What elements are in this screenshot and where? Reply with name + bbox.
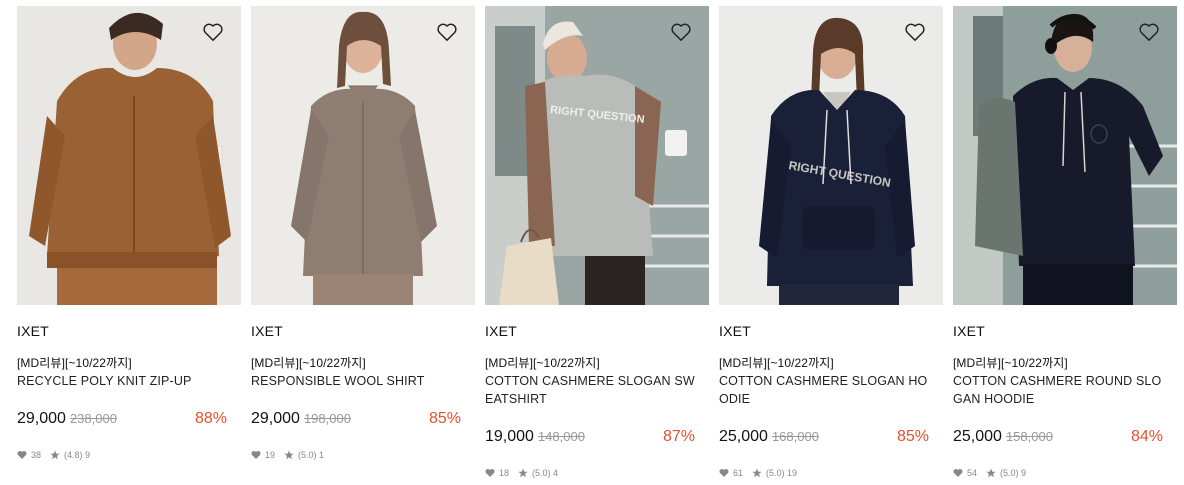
product-brand[interactable]: IXET [953,323,985,339]
product-photo: RIGHT QUESTION [485,6,709,305]
product-image[interactable] [251,6,475,305]
discount-rate: 88% [194,410,227,427]
product-card[interactable]: RIGHT QUESTION IXET [MD리뷰][~10/22까지] COT… [485,6,709,485]
star-icon [50,450,60,460]
price-row: 25,000 158,000 84% [953,428,1163,448]
like-count: 19 [265,450,276,460]
discount-rate: 85% [428,410,461,427]
product-promo-tag: [MD리뷰][~10/22까지] [953,356,1068,370]
product-card[interactable]: RIGHT QUESTION IXET [MD리뷰][~10/22까지] COT… [719,6,943,485]
product-card[interactable]: IXET [MD리뷰][~10/22까지] COTTON CASHMERE RO… [953,6,1177,485]
like-count: 61 [733,468,744,478]
product-meta: 19 (5.0) 1 [251,448,324,462]
discount-rate: 87% [662,428,695,445]
sale-price: 25,000 [719,428,768,445]
price-row: 29,000 198,000 85% [251,410,461,430]
product-name[interactable]: COTTON CASHMERE ROUND SLOGAN HOODIE [953,372,1167,408]
product-name[interactable]: RECYCLE POLY KNIT ZIP-UP [17,372,231,390]
product-promo-tag: [MD리뷰][~10/22까지] [485,356,600,370]
star-icon [518,468,528,478]
product-image[interactable] [17,6,241,305]
original-price: 198,000 [303,411,351,426]
rating-summary: (5.0) 19 [766,468,798,478]
product-grid: IXET [MD리뷰][~10/22까지] RECYCLE POLY KNIT … [17,6,1177,485]
product-meta: 18 (5.0) 4 [485,466,558,480]
product-brand[interactable]: IXET [485,323,517,339]
product-card[interactable]: IXET [MD리뷰][~10/22까지] RECYCLE POLY KNIT … [17,6,241,485]
rating-summary: (5.0) 9 [1000,468,1027,478]
heart-icon [251,450,261,460]
sale-price: 29,000 [251,410,300,427]
like-count: 18 [499,468,510,478]
heart-icon [953,468,963,478]
original-price: 148,000 [537,429,585,444]
product-image[interactable]: RIGHT QUESTION [485,6,709,305]
product-image[interactable] [953,6,1177,305]
star-icon [284,450,294,460]
like-count: 38 [31,450,42,460]
product-meta: 38 (4.8) 9 [17,448,90,462]
star-icon [752,468,762,478]
sale-price: 25,000 [953,428,1002,445]
product-promo-tag: [MD리뷰][~10/22까지] [251,356,366,370]
product-photo: RIGHT QUESTION [719,6,943,305]
product-name[interactable]: RESPONSIBLE WOOL SHIRT [251,372,465,390]
wishlist-heart-icon[interactable] [436,22,458,42]
product-card[interactable]: IXET [MD리뷰][~10/22까지] RESPONSIBLE WOOL S… [251,6,475,485]
price-row: 25,000 168,000 85% [719,428,929,448]
product-name[interactable]: COTTON CASHMERE SLOGAN SWEATSHIRT [485,372,699,408]
wishlist-heart-icon[interactable] [904,22,926,42]
product-meta: 61 (5.0) 19 [719,466,797,480]
rating-summary: (5.0) 1 [298,450,325,460]
wishlist-heart-icon[interactable] [670,22,692,42]
product-image[interactable]: RIGHT QUESTION [719,6,943,305]
sale-price: 19,000 [485,428,534,445]
like-count: 54 [967,468,978,478]
wishlist-heart-icon[interactable] [202,22,224,42]
original-price: 238,000 [69,411,117,426]
rating-summary: (4.8) 9 [64,450,91,460]
product-brand[interactable]: IXET [719,323,751,339]
original-price: 168,000 [771,429,819,444]
product-photo [17,6,241,305]
wishlist-heart-icon[interactable] [1138,22,1160,42]
discount-rate: 85% [896,428,929,445]
product-brand[interactable]: IXET [17,323,49,339]
rating-summary: (5.0) 4 [532,468,559,478]
discount-rate: 84% [1130,428,1163,445]
product-promo-tag: [MD리뷰][~10/22까지] [719,356,834,370]
product-promo-tag: [MD리뷰][~10/22까지] [17,356,132,370]
price-row: 19,000 148,000 87% [485,428,695,448]
product-name[interactable]: COTTON CASHMERE SLOGAN HOODIE [719,372,933,408]
product-photo [953,6,1177,305]
star-icon [986,468,996,478]
heart-icon [17,450,27,460]
product-meta: 54 (5.0) 9 [953,466,1026,480]
heart-icon [485,468,495,478]
heart-icon [719,468,729,478]
original-price: 158,000 [1005,429,1053,444]
sale-price: 29,000 [17,410,66,427]
product-photo [251,6,475,305]
product-brand[interactable]: IXET [251,323,283,339]
price-row: 29,000 238,000 88% [17,410,227,430]
